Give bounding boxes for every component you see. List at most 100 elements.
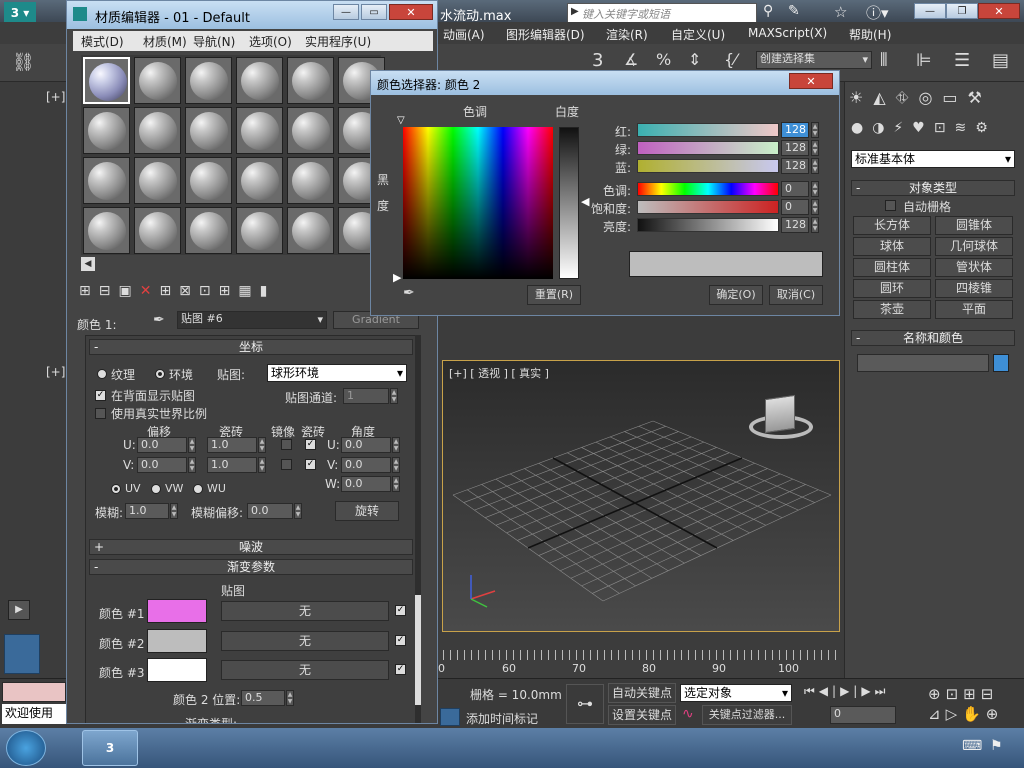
- material-sample-slot[interactable]: [185, 57, 232, 104]
- v-offset-field[interactable]: 0.0: [137, 457, 187, 473]
- blur-field[interactable]: 1.0: [125, 503, 169, 519]
- v-tile-checkbox[interactable]: ✓: [305, 459, 316, 470]
- green-field[interactable]: 128: [781, 140, 809, 156]
- rotate-button[interactable]: 旋转: [335, 501, 399, 521]
- v-tiling-spinner[interactable]: ▲ ▼: [258, 457, 266, 473]
- show-map-back-checkbox[interactable]: ✓: [95, 390, 106, 401]
- w-angle-field[interactable]: 0.0: [341, 476, 391, 492]
- primitive-button[interactable]: 圆柱体: [853, 258, 931, 277]
- menu-graph-editors[interactable]: 图形编辑器(D): [506, 26, 585, 43]
- spinner-snap-icon[interactable]: ⇕: [688, 50, 701, 69]
- me-menu-navigation[interactable]: 导航(N): [193, 33, 235, 50]
- material-sample-slot[interactable]: [236, 107, 283, 154]
- layer-icon[interactable]: ☰: [954, 50, 970, 71]
- auto-grid-checkbox[interactable]: [885, 200, 896, 211]
- u-mirror-checkbox[interactable]: [281, 439, 292, 450]
- material-sample-slot[interactable]: [185, 207, 232, 254]
- scene-explorer-icon[interactable]: ▤: [992, 50, 1009, 71]
- color3-map-button[interactable]: 无: [221, 660, 389, 680]
- color3-swatch[interactable]: [147, 658, 207, 682]
- material-sample-slot[interactable]: [287, 207, 334, 254]
- red-slider[interactable]: [637, 123, 779, 137]
- cp-close-button[interactable]: ✕: [789, 73, 833, 89]
- v-tiling-field[interactable]: 1.0: [207, 457, 257, 473]
- search-input[interactable]: 键入关键字或短语: [582, 6, 670, 22]
- mirror-icon[interactable]: ⫴: [880, 50, 888, 71]
- viewport-left-label[interactable]: [+]: [46, 365, 65, 379]
- key-mode-icon[interactable]: ⊶: [566, 684, 604, 724]
- primitive-button[interactable]: 长方体: [853, 216, 931, 235]
- object-name-field[interactable]: [857, 354, 989, 372]
- primitive-button[interactable]: 管状体: [935, 258, 1013, 277]
- blue-field[interactable]: 128: [781, 158, 809, 174]
- star-icon[interactable]: ☆: [834, 3, 847, 21]
- color2-position-field[interactable]: 0.5: [241, 690, 285, 706]
- me-close-button[interactable]: ✕: [389, 4, 433, 20]
- play-side-button[interactable]: ▶: [8, 600, 30, 620]
- hue-slider[interactable]: [637, 182, 779, 196]
- saturation-field[interactable]: 0: [781, 199, 809, 215]
- material-sample-slot[interactable]: [134, 157, 181, 204]
- material-sample-slot[interactable]: [83, 157, 130, 204]
- key-filters-button[interactable]: 关键点过滤器...: [702, 705, 792, 725]
- viewport-top-label[interactable]: [+]: [46, 90, 65, 104]
- color3-map-checkbox[interactable]: ✓: [395, 664, 406, 675]
- object-color-swatch[interactable]: [993, 354, 1009, 372]
- material-sample-slot[interactable]: [287, 107, 334, 154]
- u-tiling-spinner[interactable]: ▲ ▼: [258, 437, 266, 453]
- red-field[interactable]: 128: [781, 122, 809, 138]
- u-offset-spinner[interactable]: ▲ ▼: [188, 437, 196, 453]
- color1-map-checkbox[interactable]: ✓: [395, 605, 406, 616]
- primitive-type-dropdown[interactable]: 标准基本体 ▾: [851, 150, 1015, 168]
- search-field[interactable]: ▶ 键入关键字或短语: [567, 3, 757, 23]
- wu-radio[interactable]: [193, 484, 203, 494]
- snap-3-icon[interactable]: 3: [592, 50, 603, 71]
- texture-radio[interactable]: [97, 369, 107, 379]
- name-color-header[interactable]: - 名称和颜色: [851, 330, 1015, 346]
- taskbar-3dsmax-icon[interactable]: 3: [82, 730, 138, 766]
- me-maximize-button[interactable]: ▭: [361, 4, 387, 20]
- timeline-ruler[interactable]: 0 60 70 80 90 100: [436, 650, 840, 678]
- color1-swatch[interactable]: [147, 599, 207, 623]
- hue-spinner[interactable]: ▲ ▼: [811, 181, 819, 197]
- blur-offset-field[interactable]: 0.0: [247, 503, 293, 519]
- v-mirror-checkbox[interactable]: [281, 459, 292, 470]
- auto-key-button[interactable]: 自动关键点: [608, 683, 676, 703]
- blackness-pointer-icon[interactable]: ▶: [393, 271, 401, 284]
- material-sample-slot[interactable]: [83, 107, 130, 154]
- me-vscroll[interactable]: [415, 335, 421, 723]
- maxscript-listener[interactable]: [2, 682, 66, 702]
- primitive-button[interactable]: 平面: [935, 300, 1013, 319]
- color1-map-button[interactable]: 无: [221, 601, 389, 621]
- curve-icon[interactable]: ∿: [682, 706, 694, 722]
- v-angle-spinner[interactable]: ▲ ▼: [392, 457, 400, 473]
- coords-header[interactable]: - 坐标: [89, 339, 413, 355]
- blur-offset-spinner[interactable]: ▲ ▼: [294, 503, 302, 519]
- me-minimize-button[interactable]: —: [333, 4, 359, 20]
- percent-snap-icon[interactable]: %: [656, 50, 671, 69]
- me-hscroll[interactable]: ◀: [81, 257, 95, 271]
- saturation-spinner[interactable]: ▲ ▼: [811, 199, 819, 215]
- set-key-button[interactable]: 设置关键点: [608, 705, 676, 725]
- hue-pointer-icon[interactable]: ▽: [397, 115, 405, 126]
- hue-field[interactable]: 0: [781, 181, 809, 197]
- help-icon[interactable]: ⓘ▾: [866, 2, 889, 23]
- add-time-tag[interactable]: 添加时间标记: [466, 710, 538, 727]
- frame-field[interactable]: 0: [830, 706, 896, 724]
- material-sample-slot[interactable]: [185, 107, 232, 154]
- v-angle-field[interactable]: 0.0: [341, 457, 391, 473]
- app-logo-icon[interactable]: 3 ▾: [4, 2, 36, 24]
- primitive-button[interactable]: 几何球体: [935, 237, 1013, 256]
- eyedropper-icon[interactable]: ✒: [153, 312, 165, 328]
- material-sample-slot[interactable]: [287, 157, 334, 204]
- reset-button[interactable]: 重置(R): [527, 285, 581, 305]
- material-sample-slot[interactable]: [83, 207, 130, 254]
- map-channel-spinner[interactable]: ▲ ▼: [390, 388, 398, 404]
- value-spinner[interactable]: ▲ ▼: [811, 217, 819, 233]
- vw-radio[interactable]: [151, 484, 161, 494]
- eyedropper-icon[interactable]: ✒: [403, 285, 415, 301]
- perspective-viewport[interactable]: [+] [ 透视 ] [ 真实 ]: [442, 360, 840, 632]
- minimize-button[interactable]: —: [914, 3, 946, 19]
- material-sample-slot[interactable]: [236, 157, 283, 204]
- menu-rendering[interactable]: 渲染(R): [606, 26, 648, 43]
